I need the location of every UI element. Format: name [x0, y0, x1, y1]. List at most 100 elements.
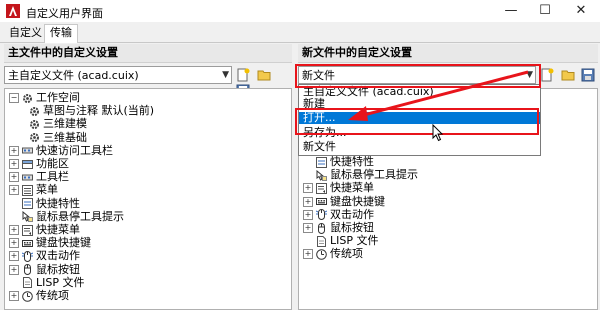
tree-node-label: 快速访问工具栏: [36, 143, 113, 157]
tree-node[interactable]: 快捷特性: [22, 197, 80, 210]
double-click-icon: [21, 250, 34, 262]
tree-node[interactable]: 三维建模: [29, 117, 87, 130]
legacy-icon: [22, 290, 33, 302]
gear-icon: [29, 119, 40, 130]
tree-node-label: 功能区: [36, 157, 69, 170]
tree-node[interactable]: 三维基础: [29, 131, 87, 144]
tree-node[interactable]: + 快捷菜单: [303, 181, 374, 194]
window-title: 自定义用户界面: [26, 7, 103, 20]
expand-toggle-icon[interactable]: +: [9, 172, 19, 183]
tab-customize[interactable]: 自定义: [4, 25, 47, 42]
chevron-down-icon[interactable]: ▼: [222, 67, 229, 84]
tree-node[interactable]: 鼠标悬停工具提示: [316, 168, 418, 181]
tree-node-label: 键盘快捷键: [330, 194, 385, 208]
tree-node-label: 三维建模: [43, 117, 87, 131]
open-folder-icon[interactable]: [257, 68, 272, 82]
tree-node-label: 工具栏: [36, 170, 69, 184]
quick-properties-icon: [316, 156, 327, 168]
tree-node-label: 传统项: [330, 247, 363, 261]
tree-node[interactable]: + 双击动作: [303, 208, 374, 221]
tree-node-label: 鼠标悬停工具提示: [36, 209, 124, 223]
autocad-logo-icon: [6, 4, 20, 18]
new-file-icon[interactable]: [540, 68, 555, 82]
tree-node-label: LISP 文件: [330, 234, 379, 248]
maximize-button[interactable]: ☐: [530, 2, 560, 20]
tree-node-label: 快捷菜单: [36, 223, 80, 236]
mouse-cursor-icon: [432, 124, 444, 142]
expand-toggle-icon[interactable]: +: [303, 183, 313, 194]
tab-transfer[interactable]: 传输: [44, 24, 78, 43]
tooltip-icon: [22, 211, 33, 223]
expand-toggle-icon[interactable]: +: [9, 251, 19, 262]
tree-node-label: 快捷特性: [330, 155, 374, 168]
mouse-icon: [22, 264, 33, 276]
tree-node[interactable]: + 快捷菜单: [9, 223, 80, 236]
tree-node-label: 快捷菜单: [330, 181, 374, 195]
new-file-toolbar: [540, 66, 598, 84]
tree-node-label: 鼠标按钮: [330, 221, 374, 234]
menu-icon: [22, 184, 33, 196]
tree-node-label: 鼠标按钮: [36, 262, 80, 276]
tree-node[interactable]: + 双击动作: [9, 249, 80, 262]
tree-node[interactable]: + 键盘快捷键: [9, 236, 91, 249]
expand-toggle-icon[interactable]: +: [9, 225, 19, 235]
tree-node-label: 快捷特性: [36, 196, 80, 210]
expand-toggle-icon[interactable]: +: [303, 209, 313, 220]
tree-node[interactable]: 草图与注释 默认(当前): [29, 104, 154, 117]
mouse-icon: [316, 222, 327, 234]
tooltip-icon: [316, 169, 327, 181]
shortcut-menu-icon: [316, 182, 327, 194]
expand-toggle-icon[interactable]: +: [9, 145, 19, 156]
double-click-icon: [315, 209, 328, 221]
collapse-toggle-icon[interactable]: −: [9, 93, 19, 103]
tree-node[interactable]: + 传统项: [9, 289, 69, 302]
title-bar: 自定义用户界面 — ☐ ✕: [0, 0, 600, 22]
main-file-tree[interactable]: − 工作空间 草图与注释 默认(当前) 三维建模 三维基础 + 快速访问工具栏 + 功能区 + 工具…: [4, 88, 292, 310]
tree-node-label: 传统项: [36, 289, 69, 302]
main-file-pane: 主文件中的自定义设置 主自定义文件 (acad.cuix) ▼ − 工作空间 草图与…: [4, 44, 292, 310]
tree-node[interactable]: + 鼠标按钮: [9, 263, 80, 276]
gear-icon: [22, 93, 33, 104]
tree-node[interactable]: 快捷特性: [316, 155, 374, 168]
tree-node[interactable]: + 工具栏: [9, 170, 69, 183]
shortcut-menu-icon: [22, 224, 33, 236]
gear-icon: [29, 106, 40, 117]
expand-toggle-icon[interactable]: +: [9, 291, 19, 301]
close-button[interactable]: ✕: [566, 2, 596, 20]
expand-toggle-icon[interactable]: +: [303, 249, 313, 260]
lisp-file-icon: [22, 277, 33, 289]
tree-node-label: 工作空间: [36, 91, 80, 104]
expand-toggle-icon[interactable]: +: [303, 196, 313, 207]
tree-node[interactable]: + 菜单: [9, 183, 58, 196]
tree-node[interactable]: 鼠标悬停工具提示: [22, 210, 124, 223]
tree-node-label: 键盘快捷键: [36, 236, 91, 250]
tree-node[interactable]: + 键盘快捷键: [303, 195, 385, 208]
tree-node[interactable]: + 传统项: [303, 247, 363, 260]
open-folder-icon[interactable]: [561, 68, 576, 82]
tree-node[interactable]: + 功能区: [9, 157, 69, 170]
tree-node[interactable]: + 鼠标按钮: [303, 221, 374, 234]
tree-node[interactable]: − 工作空间: [9, 91, 80, 104]
expand-toggle-icon[interactable]: +: [9, 238, 19, 249]
dropdown-item-new-file[interactable]: 新文件: [299, 141, 540, 153]
lisp-file-icon: [316, 235, 327, 247]
minimize-button[interactable]: —: [496, 2, 526, 20]
expand-toggle-icon[interactable]: +: [303, 223, 313, 233]
toolbar-icon: [22, 145, 33, 156]
tree-node-label: 双击动作: [330, 207, 374, 221]
keyboard-icon: [316, 196, 327, 207]
expand-toggle-icon[interactable]: +: [9, 159, 19, 169]
expand-toggle-icon[interactable]: +: [9, 264, 19, 275]
toolbar-icon: [22, 172, 33, 183]
main-file-select-value: 主自定义文件 (acad.cuix): [8, 69, 139, 82]
main-file-select[interactable]: 主自定义文件 (acad.cuix) ▼: [4, 66, 232, 84]
tree-node-label: 菜单: [36, 183, 58, 197]
expand-toggle-icon[interactable]: +: [9, 185, 19, 196]
main-file-pane-title: 主文件中的自定义设置: [4, 44, 292, 63]
save-icon[interactable]: [581, 68, 596, 82]
tree-node[interactable]: LISP 文件: [22, 276, 85, 289]
tree-node[interactable]: LISP 文件: [316, 234, 379, 247]
new-file-icon[interactable]: [236, 68, 251, 82]
gear-icon: [29, 132, 40, 143]
tree-node[interactable]: + 快速访问工具栏: [9, 144, 113, 157]
